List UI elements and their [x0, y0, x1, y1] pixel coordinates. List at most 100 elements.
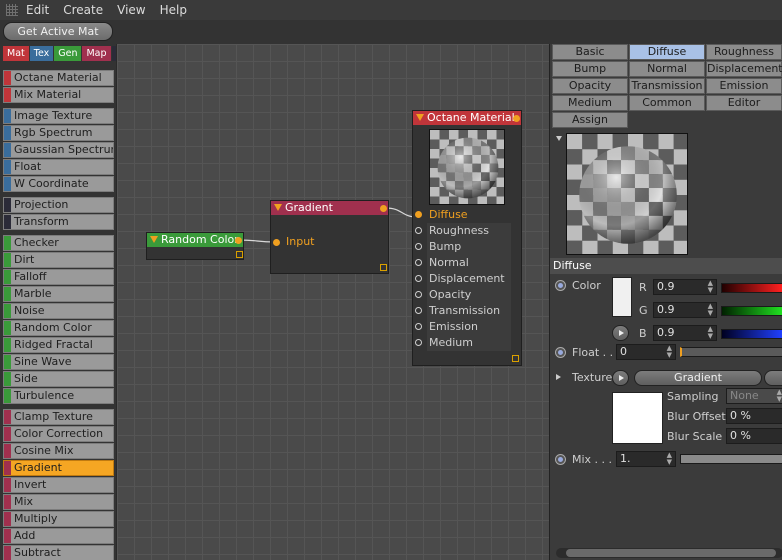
random-color-output-port[interactable]: [235, 237, 242, 244]
float-radio[interactable]: [555, 347, 566, 358]
node-list-item[interactable]: Side: [3, 371, 114, 387]
g-value-field[interactable]: 0.9 ▲ ▼: [653, 302, 717, 318]
category-tab-gen[interactable]: Gen: [54, 46, 82, 61]
input-port-displacement[interactable]: [415, 275, 422, 282]
tab-emission[interactable]: Emission: [706, 78, 782, 94]
node-list-item[interactable]: Gaussian Spectrum: [3, 142, 114, 158]
tab-common[interactable]: Common: [629, 95, 705, 111]
gradient-output-port[interactable]: [380, 205, 387, 212]
tab-assign[interactable]: Assign: [552, 112, 628, 128]
blur-offset-field[interactable]: 0 %: [726, 408, 782, 424]
category-tab-tex[interactable]: Tex: [29, 46, 54, 61]
input-port-roughness[interactable]: [415, 227, 422, 234]
input-port-opacity[interactable]: [415, 291, 422, 298]
input-port-medium[interactable]: [415, 339, 422, 346]
material-input-opacity[interactable]: Opacity: [427, 287, 511, 303]
node-list-item[interactable]: Gradient: [3, 460, 114, 476]
spinner-arrows-icon[interactable]: ▲ ▼: [777, 389, 782, 403]
input-port-bump[interactable]: [415, 243, 422, 250]
material-input-normal[interactable]: Normal: [427, 255, 511, 271]
node-list-item[interactable]: Checker: [3, 235, 114, 251]
tab-normal[interactable]: Normal: [629, 61, 705, 77]
sampling-select[interactable]: None ▲ ▼: [726, 388, 782, 404]
menu-grip-icon[interactable]: [6, 4, 18, 16]
horizontal-scrollbar[interactable]: [556, 548, 782, 558]
tab-medium[interactable]: Medium: [552, 95, 628, 111]
random-color-node-header[interactable]: Random Color: [147, 233, 243, 247]
node-list-item[interactable]: Projection: [3, 197, 114, 213]
material-input-diffuse[interactable]: Diffuse: [427, 207, 511, 223]
r-slider[interactable]: [721, 283, 782, 293]
spinner-arrows-icon[interactable]: ▲ ▼: [708, 280, 713, 294]
node-list-item[interactable]: Color Correction: [3, 426, 114, 442]
node-list-item[interactable]: Multiply: [3, 511, 114, 527]
collapse-triangle-icon[interactable]: [416, 114, 424, 121]
octane-material-output-port[interactable]: [513, 115, 520, 122]
texture-play-button[interactable]: [612, 370, 629, 386]
random-color-node[interactable]: Random Color: [146, 232, 244, 260]
node-list-item[interactable]: Invert: [3, 477, 114, 493]
r-value-field[interactable]: 0.9 ▲ ▼: [653, 279, 717, 295]
category-tab-map[interactable]: Map: [82, 46, 111, 61]
node-graph[interactable]: Random Color Gradient Input Octane Mater…: [116, 44, 549, 560]
tab-bump[interactable]: Bump: [552, 61, 628, 77]
menu-edit[interactable]: Edit: [26, 3, 49, 17]
menu-view[interactable]: View: [117, 3, 145, 17]
collapse-triangle-icon[interactable]: [274, 204, 282, 211]
node-list-item[interactable]: Sine Wave: [3, 354, 114, 370]
node-list-item[interactable]: Transform: [3, 214, 114, 230]
node-list-item[interactable]: W Coordinate: [3, 176, 114, 192]
node-list-item[interactable]: Octane Material: [3, 70, 114, 86]
node-list-item[interactable]: Noise: [3, 303, 114, 319]
node-list-item[interactable]: Clamp Texture: [3, 409, 114, 425]
texture-expand-icon[interactable]: [556, 374, 561, 380]
color-swatch[interactable]: [612, 277, 632, 317]
float-slider[interactable]: [680, 347, 782, 357]
input-port-normal[interactable]: [415, 259, 422, 266]
node-list-item[interactable]: Dirt: [3, 252, 114, 268]
color-expand-button[interactable]: [612, 325, 629, 341]
octane-material-node[interactable]: Octane Material Diffuse Roughness Bump Norm…: [412, 110, 522, 366]
node-list-item[interactable]: Add: [3, 528, 114, 544]
node-list-item[interactable]: Marble: [3, 286, 114, 302]
octane-material-node-header[interactable]: Octane Material: [413, 111, 521, 125]
material-input-emission[interactable]: Emission: [427, 319, 511, 335]
node-list-item[interactable]: Turbulence: [3, 388, 114, 404]
tab-diffuse[interactable]: Diffuse: [629, 44, 705, 60]
node-list-item[interactable]: Cosine Mix: [3, 443, 114, 459]
collapse-triangle-icon[interactable]: [150, 236, 158, 243]
material-input-transmission[interactable]: Transmission: [427, 303, 511, 319]
texture-gradient-button[interactable]: Gradient: [634, 370, 762, 386]
node-list-item[interactable]: Rgb Spectrum: [3, 125, 114, 141]
tab-displacement[interactable]: Displacement: [706, 61, 782, 77]
gradient-node[interactable]: Gradient Input: [270, 200, 389, 274]
input-port-transmission[interactable]: [415, 307, 422, 314]
node-list-item[interactable]: Mix Material: [3, 87, 114, 103]
resize-icon[interactable]: [512, 355, 519, 362]
gradient-input-port[interactable]: [273, 239, 280, 246]
node-list-item[interactable]: Mix: [3, 494, 114, 510]
gradient-node-header[interactable]: Gradient: [271, 201, 388, 215]
tab-editor[interactable]: Editor: [706, 95, 782, 111]
tab-roughness[interactable]: Roughness: [706, 44, 782, 60]
node-list-item[interactable]: Falloff: [3, 269, 114, 285]
menu-help[interactable]: Help: [160, 3, 187, 17]
mix-slider[interactable]: [680, 454, 782, 464]
texture-options-button[interactable]: [764, 370, 782, 386]
material-input-roughness[interactable]: Roughness: [427, 223, 511, 239]
category-tab-mat[interactable]: Mat: [3, 46, 29, 61]
spinner-arrows-icon[interactable]: ▲ ▼: [667, 452, 672, 466]
menu-create[interactable]: Create: [63, 3, 103, 17]
mix-radio[interactable]: [555, 454, 566, 465]
g-slider[interactable]: [721, 306, 782, 316]
color-radio[interactable]: [555, 280, 566, 291]
node-list-item[interactable]: Random Color: [3, 320, 114, 336]
spinner-arrows-icon[interactable]: ▲ ▼: [667, 345, 672, 359]
tab-basic[interactable]: Basic: [552, 44, 628, 60]
input-port-diffuse[interactable]: [415, 211, 422, 218]
node-list-item[interactable]: Image Texture: [3, 108, 114, 124]
spinner-arrows-icon[interactable]: ▲ ▼: [708, 326, 713, 340]
float-value-field[interactable]: 0 ▲ ▼: [616, 344, 676, 360]
scrollbar-thumb[interactable]: [566, 549, 776, 557]
node-list-item[interactable]: Subtract: [3, 545, 114, 560]
